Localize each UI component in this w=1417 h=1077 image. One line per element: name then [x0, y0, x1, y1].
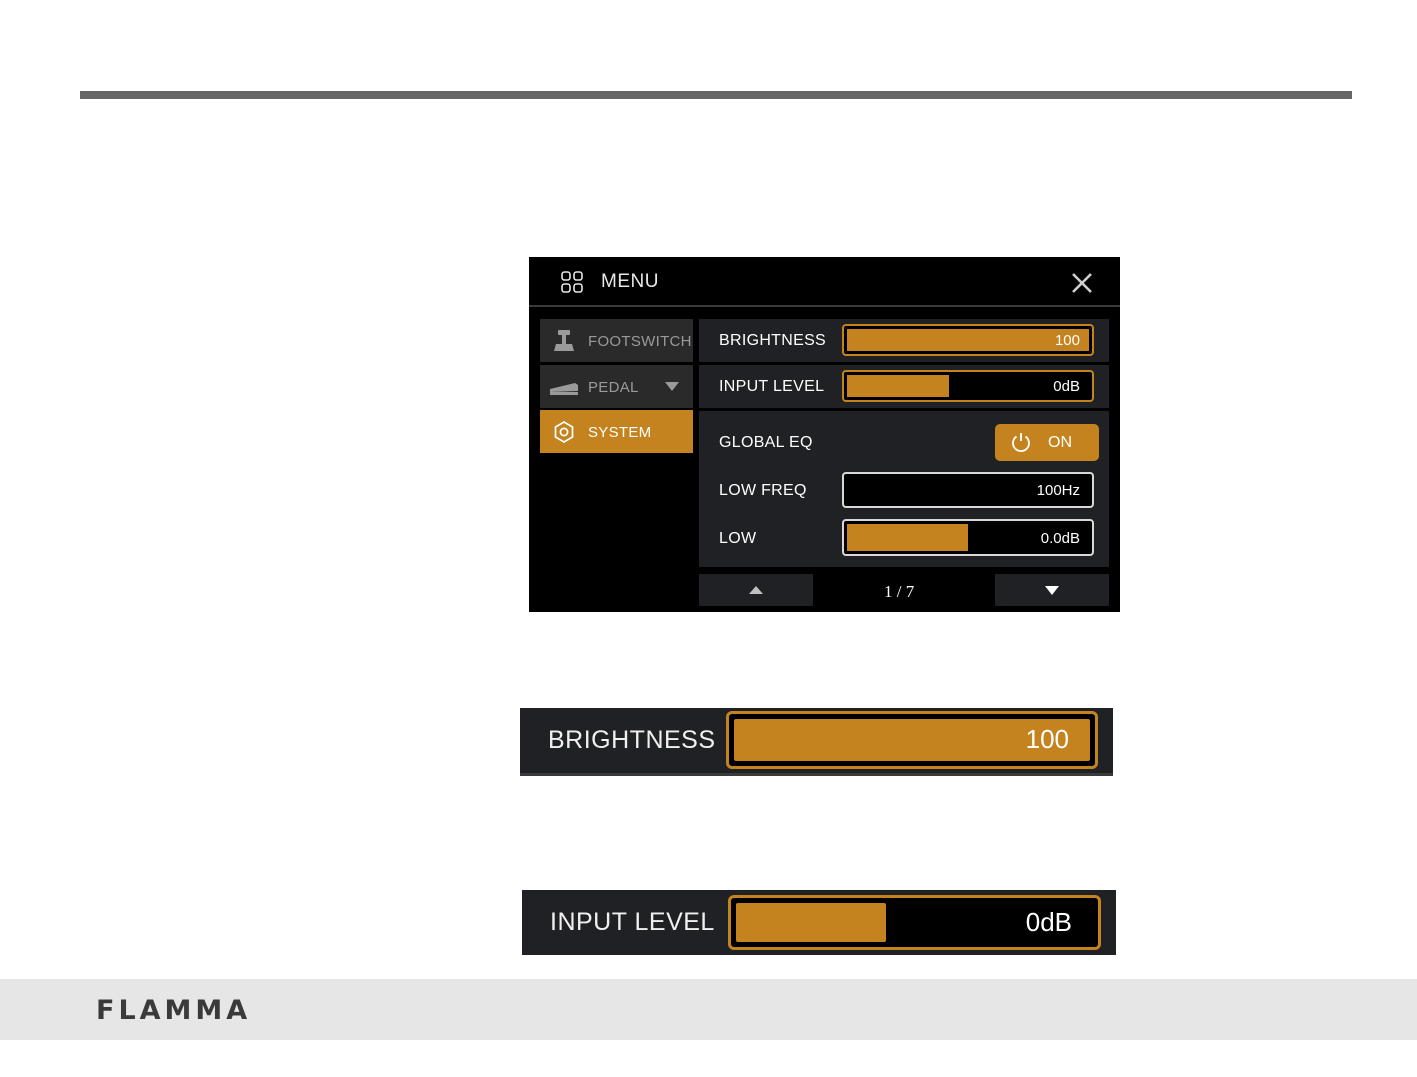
input-level-detail: INPUT LEVEL 0dB	[522, 890, 1116, 955]
input-level-fill	[847, 375, 949, 397]
input-level-slider[interactable]: 0dB	[842, 370, 1094, 402]
brightness-detail: BRIGHTNESS 100	[520, 708, 1113, 776]
low-slider[interactable]: 0.0dB	[842, 519, 1094, 556]
footswitch-icon	[554, 330, 574, 351]
grid-icon[interactable]	[561, 271, 583, 293]
low-label: LOW	[719, 530, 757, 547]
brightness-detail-slider[interactable]: 100	[726, 711, 1098, 769]
menu-title: MENU	[601, 271, 659, 292]
input-level-label: INPUT LEVEL	[719, 378, 825, 395]
low-freq-value: 100Hz	[1036, 482, 1080, 499]
gear-icon	[554, 421, 574, 443]
input-level-value: 0dB	[1053, 378, 1080, 395]
menu-header: MENU	[529, 257, 1120, 307]
sidebar-item-pedal[interactable]: PEDAL	[540, 365, 693, 408]
device-screen: MENU FOOTSWITCH PEDAL SYSTEM BRIGHTNESS	[529, 257, 1120, 612]
low-fill	[847, 524, 968, 551]
global-eq-toggle[interactable]: ON	[995, 424, 1099, 461]
brightness-fill	[847, 329, 1089, 351]
sidebar-item-footswitch[interactable]: FOOTSWITCH	[540, 319, 693, 362]
page-up-button[interactable]	[699, 574, 813, 606]
arrow-down-icon	[1045, 586, 1059, 595]
close-icon[interactable]	[1071, 272, 1093, 294]
low-freq-slider[interactable]: 100Hz	[842, 472, 1094, 508]
global-eq-state: ON	[1048, 434, 1072, 451]
arrow-up-icon	[749, 586, 763, 594]
sidebar-item-label: FOOTSWITCH	[588, 333, 692, 350]
chevron-down-icon[interactable]	[665, 382, 679, 391]
sidebar-item-label: SYSTEM	[588, 424, 652, 441]
input-level-detail-label: INPUT LEVEL	[550, 908, 715, 936]
low-value: 0.0dB	[1040, 530, 1080, 547]
brightness-detail-label: BRIGHTNESS	[548, 726, 716, 754]
input-level-detail-slider[interactable]: 0dB	[728, 895, 1101, 950]
brand-name: FLAMMA	[96, 995, 251, 1023]
brightness-label: BRIGHTNESS	[719, 332, 827, 349]
eq-group: GLOBAL EQ ON LOW FREQ 100Hz LOW 0.0dB	[699, 411, 1109, 567]
brand-logo: FLAMMA	[96, 995, 251, 1023]
sidebar-item-label: PEDAL	[588, 379, 639, 396]
page-indicator: 1 / 7	[884, 582, 915, 601]
power-icon	[1012, 433, 1030, 453]
brightness-slider[interactable]: 100	[842, 324, 1094, 356]
brightness-detail-value: 100	[1025, 724, 1069, 754]
global-eq-label: GLOBAL EQ	[719, 434, 813, 451]
sidebar-item-system[interactable]: SYSTEM	[540, 410, 693, 453]
input-level-row: INPUT LEVEL 0dB	[699, 365, 1109, 408]
footer: FLAMMA	[0, 979, 1417, 1040]
brightness-value: 100	[1054, 332, 1080, 349]
input-level-detail-fill	[736, 903, 886, 942]
page-down-button[interactable]	[995, 574, 1109, 606]
low-freq-label: LOW FREQ	[719, 482, 807, 499]
brightness-row: BRIGHTNESS 100	[699, 319, 1109, 362]
pedal-icon	[550, 383, 578, 395]
input-level-detail-value: 0dB	[1025, 907, 1072, 937]
top-divider	[80, 91, 1352, 99]
